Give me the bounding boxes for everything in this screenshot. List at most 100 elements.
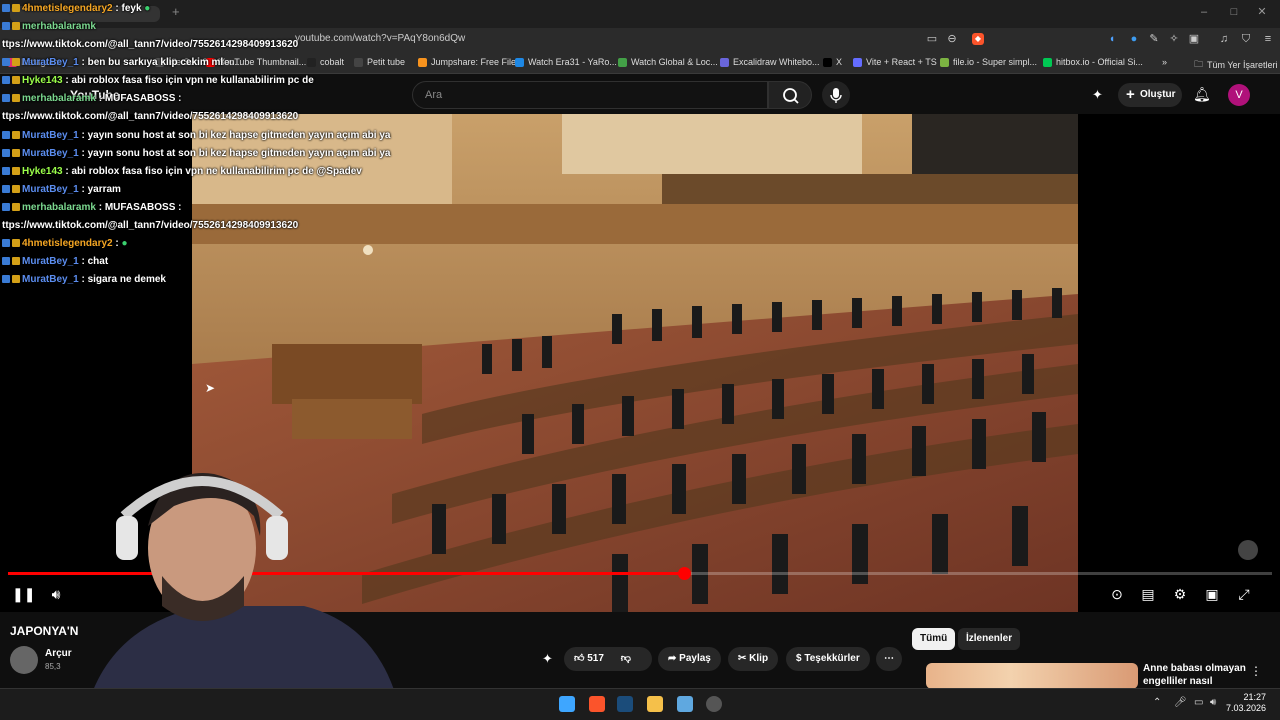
channel-name[interactable]: Arçur xyxy=(45,648,72,659)
brave-shield-icon[interactable]: ◆ xyxy=(972,33,984,45)
clock-time: 21:27 xyxy=(1243,692,1267,702)
mic-tray-icon[interactable]: 🎤︎ xyxy=(1174,697,1187,708)
chat-message: MuratBey_1 : yayın sonu host at son bi k… xyxy=(2,130,390,141)
autoplay-toggle[interactable]: ⊙ xyxy=(1106,586,1128,602)
bookmark-item[interactable]: Watch Global & Loc... xyxy=(618,57,718,67)
brave-browser-icon[interactable] xyxy=(589,696,605,712)
chat-text: : yarram xyxy=(78,184,121,195)
chat-message: MuratBey_1 : yarram xyxy=(2,184,121,195)
vpn-icon[interactable]: ● xyxy=(1128,33,1140,45)
bookmark-item[interactable]: Excalidraw Whitebo... xyxy=(720,57,820,67)
bookmark-favicon-icon xyxy=(618,57,627,67)
chat-username: Hyke143 xyxy=(22,75,63,86)
bookmark-favicon-icon xyxy=(515,57,524,67)
folder-icon: 🗀︎ xyxy=(1194,59,1204,69)
chat-badge-icon xyxy=(12,239,20,247)
bookmark-item[interactable]: file.io - Super simpl... xyxy=(940,57,1037,67)
extension-icon[interactable]: ✎ xyxy=(1148,33,1160,45)
network-icon[interactable]: ▭ xyxy=(1194,697,1203,708)
obs-icon[interactable] xyxy=(706,696,722,712)
chat-message: ttps://www.tiktok.com/@all_tann7/video/7… xyxy=(2,39,298,50)
chat-message: MuratBey_1 : yayın sonu host at son bi k… xyxy=(2,148,390,159)
chat-username: MuratBey_1 xyxy=(22,184,79,195)
chat-badge-icon xyxy=(12,22,20,30)
chat-badge-icon xyxy=(2,4,10,12)
chat-badge-icon xyxy=(12,257,20,265)
chat-message: merhabalaramk xyxy=(2,21,96,32)
fullscreen-icon[interactable]: ⤢ xyxy=(1236,586,1252,602)
mic-button[interactable] xyxy=(822,81,850,109)
bookmark-item[interactable]: Watch Era31 - YaRo... xyxy=(515,57,617,67)
sparkle-icon[interactable]: ✦ xyxy=(542,651,553,667)
bell-icon[interactable]: 🔔︎ xyxy=(1193,86,1211,103)
chat-badge-icon xyxy=(12,58,20,66)
share-button[interactable]: ➦ Paylaş xyxy=(658,647,721,671)
extension-icon[interactable]: ◖ xyxy=(1106,33,1118,45)
plus-icon: + xyxy=(1126,86,1135,103)
create-button[interactable]: + Oluştur xyxy=(1118,83,1182,107)
windows-start-icon[interactable] xyxy=(559,696,575,712)
settings-icon[interactable]: ⚙︎ xyxy=(1172,586,1188,602)
bookmark-label: Jumpshare: Free File... xyxy=(431,57,524,67)
thumbs-down-icon[interactable]: 👎︎ xyxy=(621,653,631,664)
emote-icon: ● xyxy=(141,3,151,14)
kebab-menu-icon[interactable]: ⋮ xyxy=(1250,664,1262,678)
menu-icon[interactable]: ≡ xyxy=(1262,33,1274,45)
bookmark-item[interactable]: hitbox.io - Official Si... xyxy=(1043,57,1143,67)
minimize-icon[interactable]: – xyxy=(1198,6,1210,18)
chat-message: Hyke143 : abi roblox fasa fiso için vpn … xyxy=(2,75,314,86)
chat-message: 4hmetislegendary2 : feyk ● xyxy=(2,3,150,14)
like-button[interactable]: 👍︎ 517 👎︎ xyxy=(564,647,652,671)
chat-text: : feyk xyxy=(112,3,142,14)
channel-avatar[interactable] xyxy=(10,646,38,674)
captions-icon[interactable]: ▤ xyxy=(1140,586,1156,602)
puzzle-icon[interactable]: ✧ xyxy=(1168,33,1180,45)
sparkle-icon[interactable]: ✦ xyxy=(1092,87,1103,103)
chat-text: : ben bu sarkıya klip cekim ml xyxy=(78,57,224,68)
music-icon[interactable]: ♫ xyxy=(1218,33,1230,45)
chat-username: MuratBey_1 xyxy=(22,148,79,159)
chat-badge-icon xyxy=(2,149,10,157)
photos-icon[interactable] xyxy=(677,696,693,712)
bookmark-item[interactable]: X xyxy=(823,57,842,67)
chat-badge-icon xyxy=(2,94,10,102)
bookmarks-overflow-icon[interactable]: » xyxy=(1162,57,1167,67)
maximize-icon[interactable]: □ xyxy=(1228,6,1240,18)
shield-icon[interactable]: ⛉ xyxy=(1240,33,1252,45)
steam-icon[interactable] xyxy=(617,696,633,712)
speaker-icon[interactable]: 🔊︎ xyxy=(1210,697,1216,708)
recommended-thumbnail[interactable] xyxy=(926,663,1138,689)
search-button[interactable] xyxy=(768,81,812,109)
taskbar-clock[interactable]: 21:27 7.03.2026 xyxy=(1226,692,1266,714)
thanks-label: Teşekkürler xyxy=(804,653,860,664)
channel-watermark-icon[interactable] xyxy=(1238,540,1258,560)
chat-username: merhabalaramk xyxy=(22,202,96,213)
zoom-icon[interactable]: ⊖ xyxy=(946,33,958,45)
bookmark-item[interactable]: Vite + React + TS xyxy=(853,57,937,67)
chat-username: 4hmetislegendary2 xyxy=(22,3,113,14)
miniplayer-icon[interactable]: ▣ xyxy=(1204,586,1220,602)
all-bookmarks-folder[interactable]: 🗀︎ Tüm Yer İşaretleri xyxy=(1194,57,1278,73)
bookmark-label: Watch Global & Loc... xyxy=(631,57,718,67)
bookmark-item[interactable]: Jumpshare: Free File... xyxy=(418,57,524,67)
cast-icon[interactable]: ▭ xyxy=(926,33,938,45)
chat-badge-icon xyxy=(12,167,20,175)
avatar[interactable]: V xyxy=(1228,84,1250,106)
file-explorer-icon[interactable] xyxy=(647,696,663,712)
pause-icon[interactable]: ❚❚ xyxy=(12,586,35,602)
thanks-button[interactable]: $ Teşekkürler xyxy=(786,647,870,671)
close-icon[interactable]: ✕ xyxy=(1256,6,1268,18)
chat-username: MuratBey_1 xyxy=(22,130,79,141)
tray-chevron-icon[interactable]: ⌃ xyxy=(1153,697,1161,708)
search-input[interactable]: Ara xyxy=(412,81,768,109)
share-icon: ➦ xyxy=(668,653,680,664)
emote-icon: ● xyxy=(118,238,128,249)
volume-icon[interactable]: 🔊︎ xyxy=(48,586,64,602)
sidebar-icon[interactable]: ▣ xyxy=(1188,33,1200,45)
chat-text: : MUFASABOSS : xyxy=(95,202,182,213)
clip-button[interactable]: ✂ Klip xyxy=(728,647,779,671)
filter-chip-all[interactable]: Tümü xyxy=(912,628,956,650)
more-button[interactable]: ⋯ xyxy=(876,647,902,671)
filter-chip-watched[interactable]: İzlenenler xyxy=(958,628,1021,650)
chat-badge-icon xyxy=(2,131,10,139)
